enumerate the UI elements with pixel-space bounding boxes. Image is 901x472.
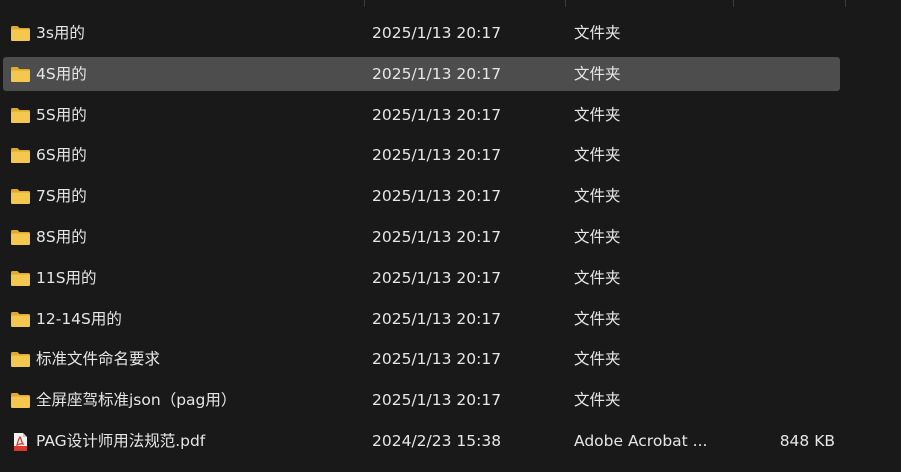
folder-icon [10, 310, 31, 328]
file-row[interactable]: 8S用的 2025/1/13 20:17 文件夹 [3, 220, 840, 254]
file-size [749, 302, 835, 336]
file-row-selected[interactable]: 4S用的 2025/1/13 20:17 文件夹 [3, 56, 840, 91]
file-type: 文件夹 [574, 309, 621, 328]
file-type: 文件夹 [574, 268, 621, 287]
file-row[interactable]: 7S用的 2025/1/13 20:17 文件夹 [3, 179, 840, 213]
column-divider[interactable] [565, 0, 566, 7]
file-size: 848 KB [779, 432, 835, 450]
file-date-modified: 2025/1/13 20:17 [372, 146, 502, 165]
file-date-modified: 2025/1/13 20:17 [372, 105, 502, 124]
file-row[interactable]: PAG设计师用法规范.pdf 2024/2/23 15:38 Adobe Acrob… [3, 424, 840, 458]
folder-icon [10, 65, 31, 83]
file-date-modified: 2025/1/13 20:17 [372, 350, 502, 369]
column-divider[interactable] [733, 0, 734, 7]
file-type: Adobe Acrobat ... [574, 432, 708, 450]
file-size [749, 383, 835, 417]
file-size [749, 138, 835, 172]
file-name: 6S用的 [36, 146, 87, 165]
file-date-modified: 2024/2/23 15:38 [372, 432, 502, 450]
file-size [749, 16, 835, 50]
column-divider[interactable] [364, 0, 365, 7]
file-size [749, 98, 835, 132]
file-name: 4S用的 [36, 64, 87, 83]
file-type: 文件夹 [574, 391, 621, 410]
file-type: 文件夹 [574, 228, 621, 246]
file-row[interactable]: 全屏座驾标准json（pag用） 2025/1/13 20:17 文件夹 [3, 383, 840, 417]
file-name: 11S用的 [36, 268, 97, 287]
folder-icon [10, 228, 31, 246]
file-date-modified: 2025/1/13 20:17 [372, 187, 502, 206]
file-date-modified: 2025/1/13 20:17 [372, 309, 502, 328]
file-name: 7S用的 [36, 187, 87, 206]
file-list: 3s用的 2025/1/13 20:17 文件夹 4S用的 2025/1/13 20:1… [0, 0, 901, 472]
file-size [749, 179, 835, 213]
file-row[interactable]: 6S用的 2025/1/13 20:17 文件夹 [3, 138, 840, 172]
file-date-modified: 2025/1/13 20:17 [372, 268, 502, 287]
file-name: 12-14S用的 [36, 309, 122, 328]
file-type: 文件夹 [574, 350, 621, 369]
file-size [749, 220, 835, 254]
folder-icon [10, 106, 31, 124]
file-name: 3s用的 [36, 24, 85, 42]
file-row[interactable]: 11S用的 2025/1/13 20:17 文件夹 [3, 261, 840, 295]
file-date-modified: 2025/1/13 20:17 [372, 24, 502, 42]
file-row[interactable]: 5S用的 2025/1/13 20:17 文件夹 [3, 98, 840, 132]
file-type: 文件夹 [574, 64, 621, 83]
pdf-file-icon [10, 432, 31, 451]
file-name: 全屏座驾标准json（pag用） [36, 391, 237, 410]
folder-icon [10, 391, 31, 409]
file-row[interactable]: 12-14S用的 2025/1/13 20:17 文件夹 [3, 302, 840, 336]
file-row[interactable]: 标准文件命名要求 2025/1/13 20:17 文件夹 [3, 342, 840, 376]
file-type: 文件夹 [574, 105, 621, 124]
folder-icon [10, 269, 31, 287]
file-size [749, 261, 835, 295]
column-divider[interactable] [845, 0, 846, 7]
file-date-modified: 2025/1/13 20:17 [372, 228, 502, 246]
file-type: 文件夹 [574, 187, 621, 206]
file-name: PAG设计师用法规范.pdf [36, 432, 206, 450]
file-row[interactable]: 3s用的 2025/1/13 20:17 文件夹 [3, 16, 840, 50]
file-size [749, 57, 835, 91]
folder-icon [10, 187, 31, 205]
folder-icon [10, 146, 31, 164]
folder-icon [10, 350, 31, 368]
file-date-modified: 2025/1/13 20:17 [372, 64, 502, 83]
file-size [749, 342, 835, 376]
file-name: 8S用的 [36, 228, 87, 246]
file-type: 文件夹 [574, 24, 621, 42]
file-type: 文件夹 [574, 146, 621, 165]
file-name: 5S用的 [36, 105, 87, 124]
file-name: 标准文件命名要求 [36, 350, 161, 369]
file-date-modified: 2025/1/13 20:17 [372, 391, 502, 410]
folder-icon [10, 24, 31, 42]
